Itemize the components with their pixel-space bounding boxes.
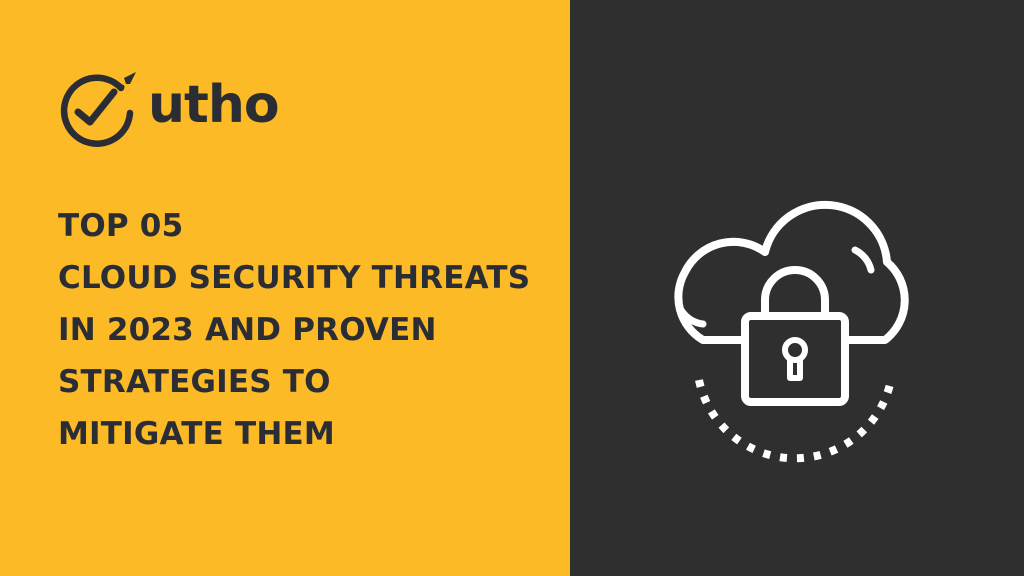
check-circle-rocket-icon (60, 72, 136, 147)
logo-check (74, 88, 118, 126)
headline-line-4: STRATEGIES TO (58, 364, 331, 400)
dotted-arc (695, 379, 895, 463)
headline-line-5: MITIGATE THEM (58, 416, 335, 452)
right-panel (570, 0, 1024, 576)
logo-rocket (124, 72, 136, 84)
headline-line-1: TOP 05 (58, 208, 184, 244)
left-panel: utho TOP 05 CLOUD SECURITY THREATS IN 20… (0, 0, 570, 576)
padlock-shackle (761, 266, 829, 320)
cloud-highlight-right (851, 246, 875, 274)
brand-name: utho (148, 75, 280, 135)
brand-logo: utho (58, 68, 280, 150)
banner: utho TOP 05 CLOUD SECURITY THREATS IN 20… (0, 0, 1024, 576)
cloud-lock-icon (674, 200, 909, 463)
keyhole (782, 337, 808, 363)
headline-line-2: CLOUD SECURITY THREATS (58, 260, 531, 296)
headline: TOP 05 CLOUD SECURITY THREATS IN 2023 AN… (58, 200, 530, 460)
headline-line-3: IN 2023 AND PROVEN (58, 312, 437, 348)
